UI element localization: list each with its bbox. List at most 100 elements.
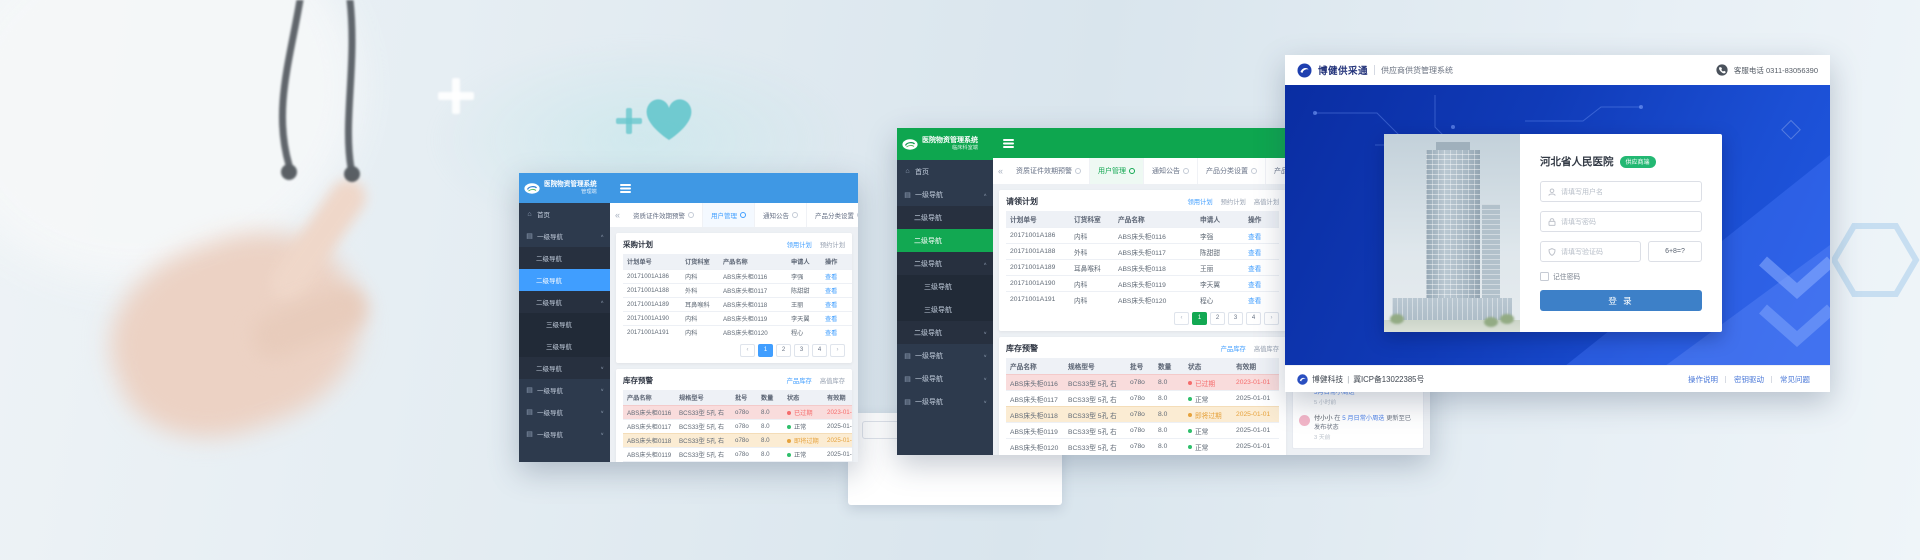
sidebar-item[interactable]: 二级导航∧ (519, 291, 610, 313)
stock-type-link[interactable]: 高值库存 (820, 376, 845, 385)
next-page-button[interactable]: › (830, 344, 845, 357)
sidebar-item[interactable]: 二级导航∨ (897, 321, 993, 344)
tab[interactable]: 通知公告 (755, 203, 807, 227)
sidebar-item[interactable]: 二级导航 (897, 229, 993, 252)
view-link[interactable]: 查看 (825, 316, 837, 323)
page-button[interactable]: 1 (1192, 312, 1207, 325)
app-title: 医院物资管理系统 (922, 137, 978, 145)
sidebar-item[interactable]: ⌂首页 (519, 203, 610, 225)
hamburger-icon[interactable] (1003, 139, 1014, 141)
plan-type-link[interactable]: 预约计划 (820, 240, 845, 249)
sidebar-item[interactable]: 三级导航 (519, 313, 610, 335)
tab[interactable]: 用户管理 (1090, 158, 1144, 184)
tab[interactable]: 用户管理 (703, 203, 755, 227)
app-title: 医院物资管理系统 (544, 181, 597, 189)
next-page-button[interactable]: › (1264, 312, 1279, 325)
sidebar-item[interactable]: ▤一级导航∧ (897, 183, 993, 206)
sidebar-item[interactable]: 二级导航∨ (519, 357, 610, 379)
captcha-field[interactable]: 请填写验证码 (1540, 241, 1641, 262)
menu-label: 一级导航 (537, 385, 563, 395)
tab[interactable]: 产品分类设置 (807, 203, 858, 227)
footer-link[interactable]: 密钥驱动 (1726, 374, 1772, 385)
plan-type-link[interactable]: 领用计划 (787, 240, 812, 249)
topbar (610, 173, 858, 203)
plan-type-link[interactable]: 预约计划 (1221, 197, 1246, 206)
sidebar-item[interactable]: ▤一级导航∨ (897, 344, 993, 367)
menu-label: 一级导航 (537, 429, 563, 439)
prev-page-button[interactable]: ‹ (740, 344, 755, 357)
tab-dot-icon (1183, 168, 1189, 174)
table-row: ABS床头柜0117BCS33型 5孔 右o78o8.0正常2025-01-01 (1006, 391, 1279, 407)
sidebar-item[interactable]: 二级导航 (519, 247, 610, 269)
login-button[interactable]: 登 录 (1540, 290, 1702, 311)
tab[interactable]: 通知公告 (1144, 158, 1198, 184)
page-button[interactable]: 2 (1210, 312, 1225, 325)
remember-password-checkbox[interactable]: 记住密码 (1540, 271, 1702, 281)
app-subtitle: 管理端 (544, 189, 597, 195)
sidebar-item[interactable]: ▤一级导航∨ (897, 367, 993, 390)
captcha-question[interactable]: 6+8=? (1648, 241, 1702, 262)
page-button[interactable]: 1 (758, 344, 773, 357)
feed-link[interactable]: 5 月日常小周迭 (1342, 415, 1384, 422)
stock-type-link[interactable]: 高值库存 (1254, 344, 1279, 353)
status-badge: 正常 (794, 452, 806, 459)
tab[interactable]: 产品分类设置 (1198, 158, 1266, 184)
collapse-tabs-icon[interactable]: « (993, 166, 1008, 176)
sidebar-item[interactable]: ▤一级导航∨ (897, 390, 993, 413)
col-header: 产品名称 (1114, 211, 1196, 228)
page-button[interactable]: 2 (776, 344, 791, 357)
hamburger-icon[interactable] (620, 184, 631, 186)
tab[interactable]: 资质证件效期预警 (1008, 158, 1090, 184)
sidebar-item[interactable]: 二级导航 (897, 206, 993, 229)
view-link[interactable]: 查看 (825, 302, 837, 309)
view-link[interactable]: 查看 (1248, 234, 1261, 241)
caret-icon: ∧ (600, 300, 604, 305)
view-link[interactable]: 查看 (1248, 250, 1261, 257)
hospital-logo-icon (902, 139, 918, 150)
stock-type-link[interactable]: 产品库存 (787, 376, 812, 385)
stock-type-link[interactable]: 产品库存 (1221, 344, 1246, 353)
sidebar-item[interactable]: ▤一级导航∨ (519, 423, 610, 445)
view-link[interactable]: 查看 (825, 274, 837, 281)
view-link[interactable]: 查看 (1248, 282, 1261, 289)
sidebar-item[interactable]: 三级导航 (897, 298, 993, 321)
sidebar-item[interactable]: 二级导航∧ (897, 252, 993, 275)
system-name: 供应商供货管理系统 (1381, 65, 1453, 76)
page-button[interactable]: 4 (1246, 312, 1261, 325)
sidebar-item[interactable]: 二级导航 (519, 269, 610, 291)
user-icon (1548, 188, 1556, 196)
sidebar-item[interactable]: ▤一级导航∧ (519, 225, 610, 247)
collapse-tabs-icon[interactable]: « (610, 210, 625, 220)
page-button[interactable]: 4 (812, 344, 827, 357)
tab[interactable]: 资质证件效期预警 (625, 203, 703, 227)
col-header: 订货科室 (681, 254, 719, 270)
menu-label: 一级导航 (537, 407, 563, 417)
sidebar-item[interactable]: ▤一级导航∨ (519, 379, 610, 401)
sidebar: 医院物资管理系统管理端 ⌂首页▤一级导航∧二级导航二级导航二级导航∧三级导航三级… (519, 173, 610, 462)
prev-page-button[interactable]: ‹ (1174, 312, 1189, 325)
menu-label: 三级导航 (924, 305, 952, 315)
plan-type-link[interactable]: 领用计划 (1187, 197, 1212, 206)
sidebar-item[interactable]: 三级导航 (519, 335, 610, 357)
plan-type-link[interactable]: 高值计划 (1254, 197, 1279, 206)
page-button[interactable]: 3 (794, 344, 809, 357)
footer-link[interactable]: 常见问题 (1772, 374, 1818, 385)
username-field[interactable]: 请填写用户名 (1540, 181, 1702, 202)
menu-label: 首页 (915, 167, 929, 177)
table-row: ABS床头柜0118BCS33型 5孔 右o78o8.0即将过期2025-01-… (623, 434, 852, 448)
status-dot-icon (787, 439, 791, 443)
view-link[interactable]: 查看 (1248, 266, 1261, 273)
view-link[interactable]: 查看 (825, 330, 837, 337)
col-header: 数量 (757, 390, 783, 406)
sidebar-item[interactable]: ▤一级导航∨ (519, 401, 610, 423)
footer-link[interactable]: 操作说明 (1680, 374, 1726, 385)
plan-card: 采购计划 领用计划预约计划 计划单号 订货科室 产品名称 申请人 操作 2017… (616, 233, 852, 363)
page-button[interactable]: 3 (1228, 312, 1243, 325)
sidebar-item[interactable]: 三级导航 (897, 275, 993, 298)
view-link[interactable]: 查看 (825, 288, 837, 295)
col-header: 规格型号 (1064, 358, 1126, 375)
sidebar-item[interactable]: ⌂首页 (897, 160, 993, 183)
menu-icon: ▤ (903, 352, 912, 360)
view-link[interactable]: 查看 (1248, 298, 1261, 305)
password-field[interactable]: 请填写密码 (1540, 211, 1702, 232)
